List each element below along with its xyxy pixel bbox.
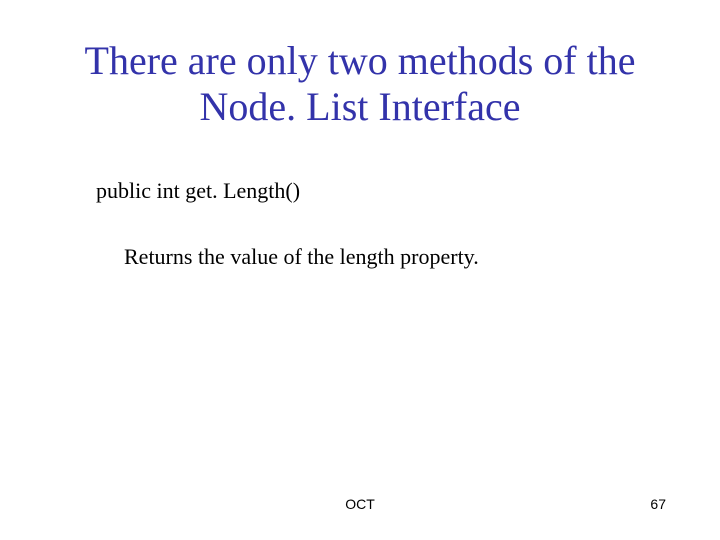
footer-center-label: OCT xyxy=(0,496,720,512)
slide: There are only two methods of the Node. … xyxy=(0,0,720,540)
slide-title: There are only two methods of the Node. … xyxy=(60,38,660,130)
method-description: Returns the value of the length property… xyxy=(124,244,660,270)
page-number: 67 xyxy=(650,496,666,512)
method-signature: public int get. Length() xyxy=(96,178,660,204)
